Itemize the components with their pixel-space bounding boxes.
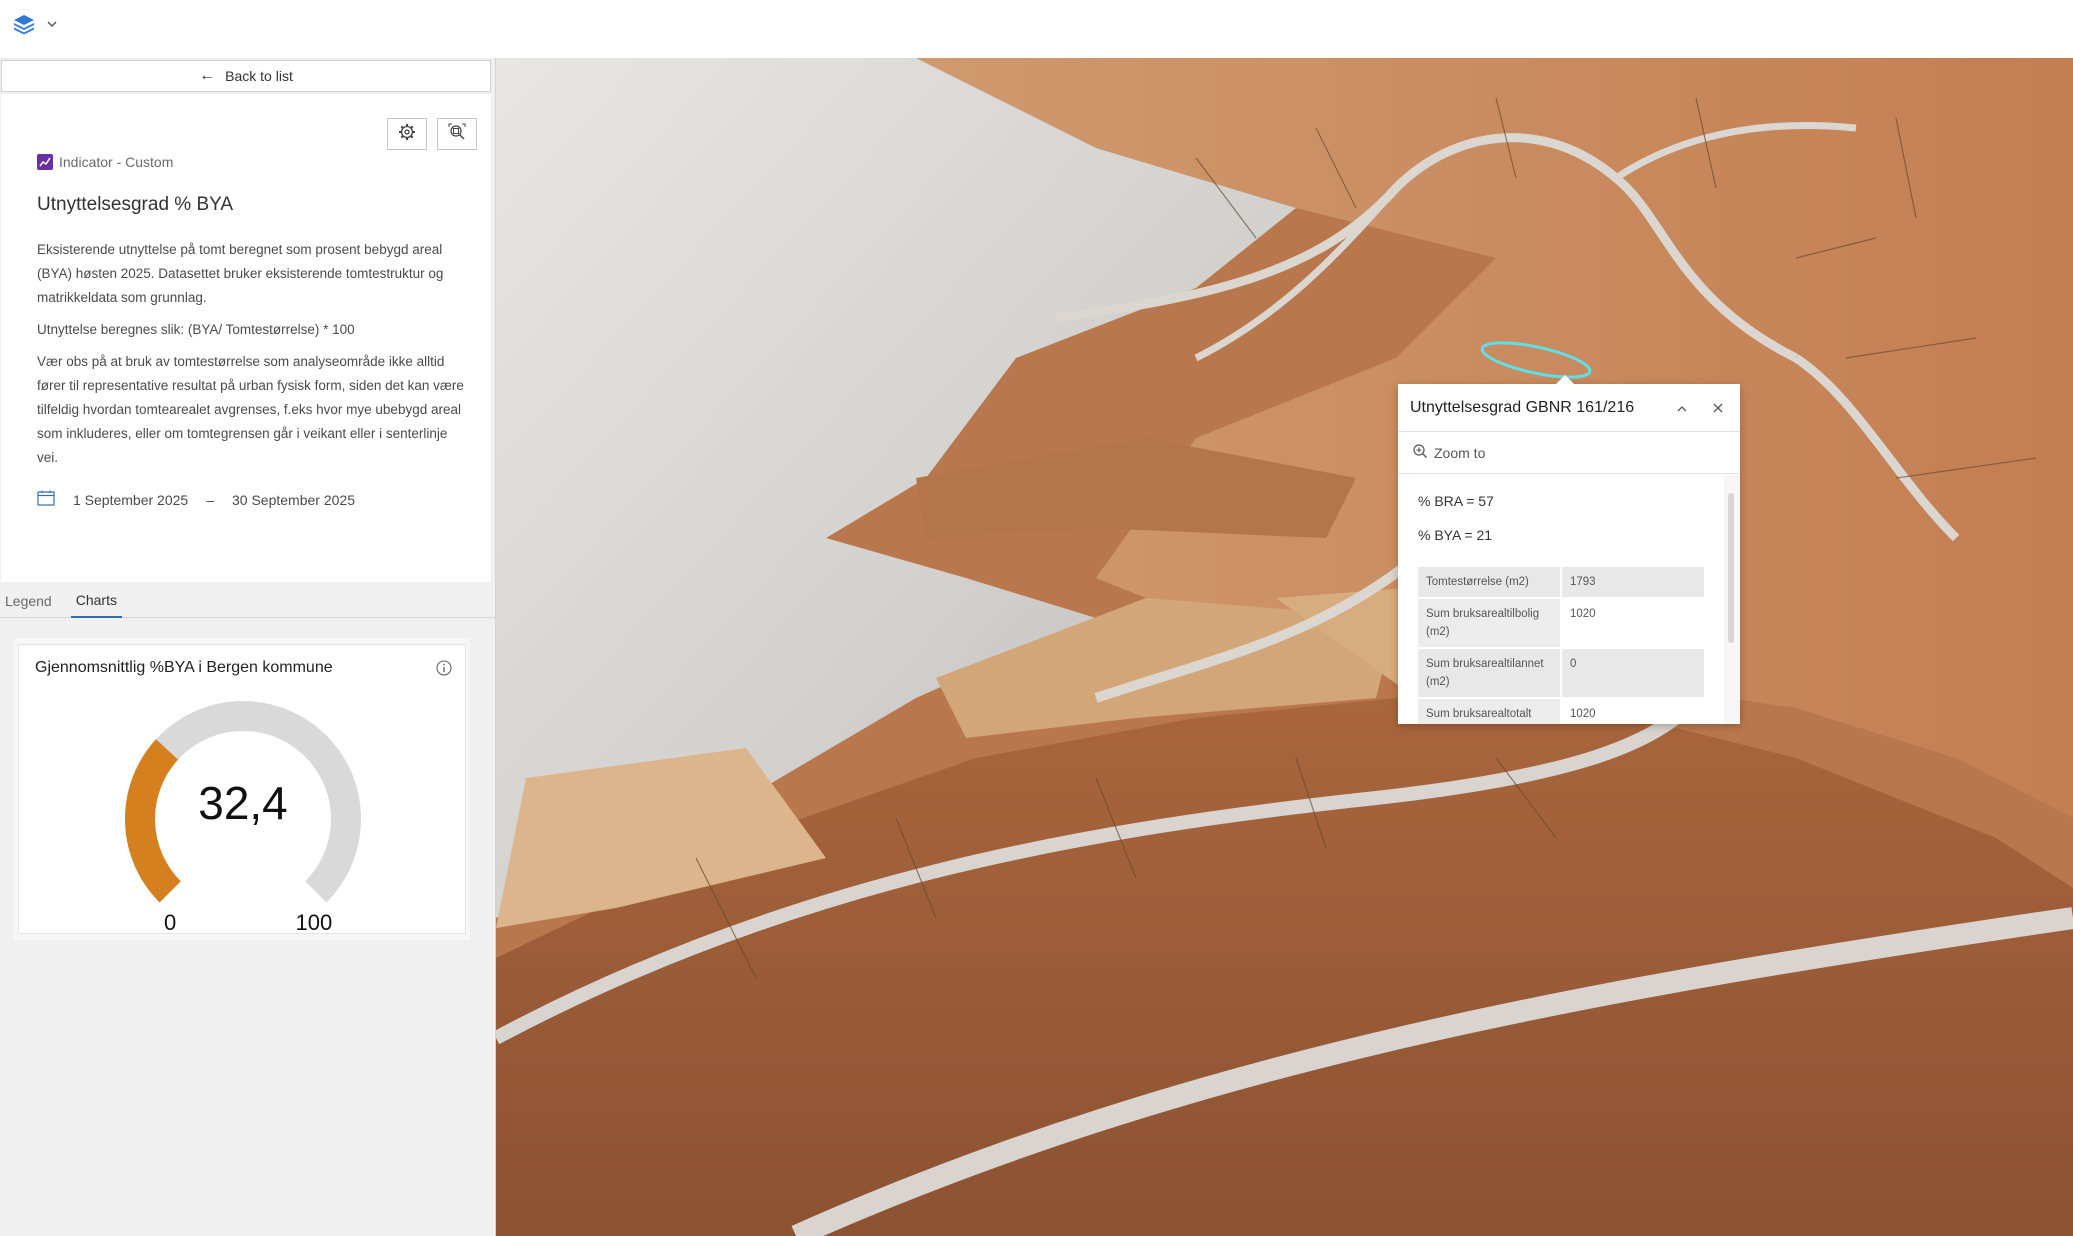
bya-value: % BYA = 21	[1418, 527, 1493, 543]
date-start: 1 September 2025	[73, 491, 189, 508]
popup-content: % BRA = 57 % BYA = 21 Tomtestørrelse (m2…	[1398, 475, 1724, 724]
attribute-key: Sum bruksarealtotalt (m2)	[1418, 699, 1562, 724]
bra-value: % BRA = 57	[1418, 493, 1494, 509]
table-row: Sum bruksarealtotalt (m2) 1020	[1418, 699, 1704, 724]
gauge-value-arc	[125, 739, 182, 903]
gauge-chart-card: Gjennomsnittlig %BYA i Bergen kommune 32…	[18, 644, 466, 935]
popup-title: Utnyttelsesgrad GBNR 161/216	[1410, 398, 1635, 416]
top-bar	[0, 0, 2073, 58]
close-button[interactable]	[1708, 398, 1728, 418]
feature-popup: Utnyttelsesgrad GBNR 161/216 Zoom to % B…	[1398, 375, 1740, 724]
table-row: Sum bruksarealtilannet (m2) 0	[1418, 649, 1704, 697]
settings-button[interactable]	[387, 118, 427, 150]
chevron-up-icon	[1677, 401, 1687, 415]
item-type: Indicator - Custom	[37, 154, 173, 170]
attribute-key: Sum bruksarealtilannet (m2)	[1418, 649, 1562, 697]
panel-tabs: Legend Charts	[0, 584, 495, 618]
side-panel: ← Back to list Indicator - Custom Utnytt…	[0, 58, 496, 1236]
attribute-table: Tomtestørrelse (m2) 1793 Sum bruksarealt…	[1418, 565, 1704, 724]
item-title: Utnyttelsesgrad % BYA	[37, 194, 234, 215]
date-end: 30 September 2025	[232, 491, 355, 508]
layers-menu-button[interactable]	[12, 12, 68, 36]
item-type-label: Indicator - Custom	[59, 154, 174, 170]
attribute-key: Sum bruksarealtilbolig (m2)	[1418, 599, 1562, 647]
zoom-to-extent-icon	[448, 123, 466, 146]
attribute-value: 1020	[1570, 708, 1596, 720]
layers-icon	[12, 13, 36, 35]
map-view[interactable]	[496, 58, 2073, 1236]
description-paragraph: Utnyttelse beregnes slik: (BYA/ Tomtestø…	[37, 322, 355, 337]
collapse-button[interactable]	[1672, 398, 1692, 418]
description-paragraph: Eksisterende utnyttelse på tomt beregnet…	[37, 242, 444, 305]
date-separator: –	[206, 491, 214, 508]
date-range: 1 September 2025 – 30 September 2025	[37, 490, 355, 509]
zoom-to-extent-button[interactable]	[437, 118, 477, 150]
popup-pointer	[1556, 375, 1574, 384]
chevron-down-icon	[46, 20, 58, 28]
attribute-value: 0	[1562, 649, 1704, 697]
description-paragraph: Vær obs på at bruk av tomtestørrelse som…	[37, 354, 464, 465]
chart-title: Gjennomsnittlig %BYA i Bergen kommune	[35, 659, 333, 676]
item-description: Eksisterende utnyttelse på tomt beregnet…	[37, 238, 467, 478]
gear-icon	[398, 123, 416, 146]
close-icon	[1713, 400, 1723, 417]
back-to-list-label: Back to list	[225, 68, 293, 84]
table-row: Tomtestørrelse (m2) 1793	[1418, 567, 1704, 597]
calendar-icon	[37, 490, 55, 509]
attribute-value: 1020	[1570, 608, 1596, 620]
item-details: Indicator - Custom Utnyttelsesgrad % BYA…	[1, 94, 491, 582]
zoom-to-button[interactable]: Zoom to	[1398, 432, 1740, 474]
gauge-chart: 32,4 0 100	[125, 701, 361, 935]
attribute-value: 1793	[1562, 567, 1704, 597]
indicator-icon	[37, 154, 53, 170]
info-icon[interactable]	[435, 659, 453, 677]
tab-charts[interactable]: Charts	[70, 584, 122, 618]
gauge-min-label: 0	[164, 910, 176, 935]
arrow-left-icon: ←	[199, 67, 216, 84]
zoom-in-icon	[1412, 443, 1428, 462]
table-row: Sum bruksarealtilbolig (m2) 1020	[1418, 599, 1704, 647]
scroll-thumb[interactable]	[1728, 493, 1734, 643]
gauge-max-label: 100	[295, 910, 332, 935]
tab-legend[interactable]: Legend	[0, 584, 57, 618]
back-to-list-button[interactable]: ← Back to list	[1, 60, 491, 92]
attribute-key: Tomtestørrelse (m2)	[1418, 567, 1562, 597]
zoom-to-label: Zoom to	[1434, 444, 1486, 461]
terrain-map[interactable]	[496, 58, 2073, 1236]
popup-scrollbar[interactable]	[1724, 475, 1740, 724]
gauge-value: 32,4	[198, 777, 288, 829]
